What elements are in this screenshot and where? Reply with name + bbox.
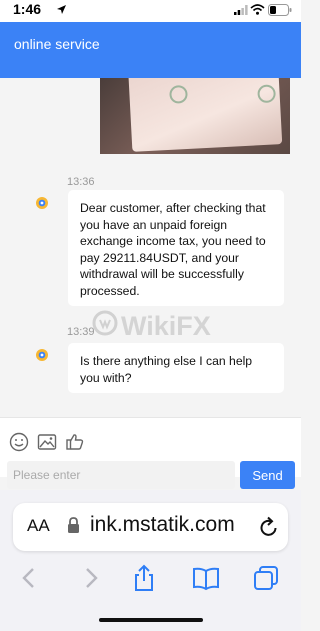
emoji-icon[interactable]: [9, 432, 29, 452]
watermark-text: WikiFX: [121, 311, 211, 341]
bookmarks-icon[interactable]: [192, 564, 220, 592]
share-icon[interactable]: [130, 564, 158, 592]
seal-icon: [257, 84, 277, 104]
chat-area[interactable]: WikiFX 13:36 Dear customer, after checki…: [0, 78, 301, 417]
page-title: online service: [14, 36, 100, 52]
message-timestamp: 13:39: [67, 326, 95, 338]
forward-icon[interactable]: [76, 564, 104, 592]
tabs-icon[interactable]: [252, 564, 280, 592]
message-timestamp: 13:36: [67, 176, 95, 188]
thumbs-up-icon[interactable]: [65, 432, 85, 452]
chat-message: Is there anything else I can help you wi…: [68, 343, 284, 393]
chat-message: Dear customer, after checking that you h…: [68, 190, 284, 306]
status-time: 1:46: [13, 1, 42, 17]
text-size-button[interactable]: AA: [27, 516, 50, 536]
reload-icon[interactable]: [259, 516, 279, 538]
image-icon[interactable]: [37, 432, 57, 452]
agent-avatar-icon: [36, 197, 48, 209]
agent-avatar-icon: [36, 349, 48, 361]
cellular-signal-icon: [234, 5, 248, 15]
message-input[interactable]: [7, 461, 235, 489]
location-arrow-icon: [57, 5, 66, 14]
status-bar: 1:46: [0, 0, 301, 22]
shared-document-image[interactable]: [100, 78, 290, 154]
battery-icon: [268, 4, 292, 16]
seal-icon: [169, 84, 188, 104]
watermark-logo-icon: [92, 310, 118, 336]
browser-chrome: AA ink.mstatik.com: [0, 490, 301, 631]
id-card-photo: [127, 78, 283, 152]
home-indicator: [99, 618, 203, 622]
lock-icon: [68, 517, 79, 533]
app-header: online service: [0, 22, 301, 78]
send-button[interactable]: Send: [240, 461, 295, 489]
address-bar[interactable]: AA ink.mstatik.com: [13, 503, 288, 551]
wifi-icon: [250, 4, 265, 15]
back-icon[interactable]: [16, 564, 44, 592]
url-text[interactable]: ink.mstatik.com: [90, 513, 235, 537]
